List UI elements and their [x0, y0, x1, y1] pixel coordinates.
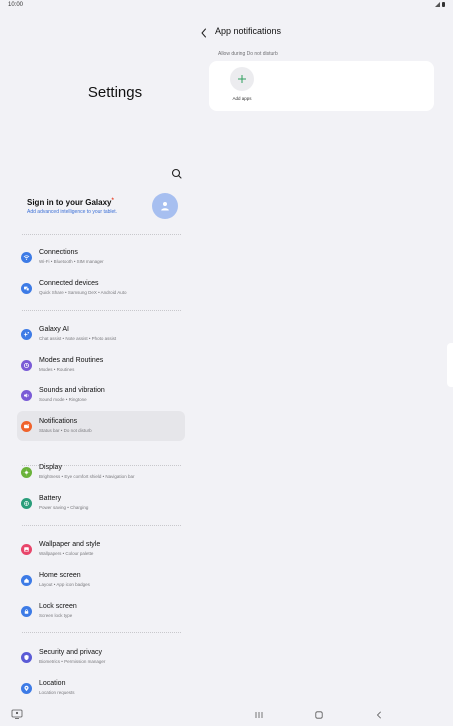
menu-item-title: Location	[39, 680, 66, 687]
search-icon	[171, 168, 182, 179]
menu-item-title: Connections	[39, 249, 78, 256]
battery-icon	[442, 2, 445, 7]
display-icon	[21, 467, 32, 478]
menu-item-subtitle: Power saving • Charging	[39, 505, 89, 510]
home-nav-icon[interactable]	[314, 711, 324, 719]
menu-item-title: Display	[39, 464, 62, 471]
notification-icon	[21, 421, 32, 432]
sidebar-item-notifications[interactable]: Notifications Status bar • Do not distur…	[17, 411, 185, 441]
section-label: Allow during Do not disturb	[218, 51, 278, 57]
sidebar-item-home-screen[interactable]: Home screen Layout • App icon badges	[17, 565, 185, 595]
recents-icon[interactable]	[254, 711, 264, 719]
status-icons	[435, 2, 445, 7]
allowed-apps-card: Add apps	[209, 61, 434, 111]
shield-icon	[21, 652, 32, 663]
location-icon	[21, 683, 32, 694]
account-title-text: Sign in to your Galaxy	[27, 198, 112, 207]
home-icon	[21, 575, 32, 586]
add-apps-button[interactable]	[230, 67, 254, 91]
keyboard-icon[interactable]	[11, 709, 23, 719]
sidebar-item-modes-routines[interactable]: Modes and Routines Modes • Routines	[17, 350, 185, 380]
navigation-bar	[0, 704, 453, 726]
menu-item-subtitle: Quick Share • Samsung DeX • Android Auto	[39, 290, 127, 295]
detail-title: App notifications	[215, 26, 282, 36]
sidebar-item-security-privacy[interactable]: Security and privacy Biometrics • Permis…	[17, 642, 185, 672]
menu-item-subtitle: Modes • Routines	[39, 367, 75, 372]
menu-item-subtitle: Chat assist • Note assist • Photo assist	[39, 336, 117, 341]
sidebar-item-connections[interactable]: Connections Wi-Fi • Bluetooth • SIM mana…	[17, 242, 185, 272]
sidebar-item-sounds-vibration[interactable]: Sounds and vibration Sound mode • Ringto…	[17, 380, 185, 410]
menu-item-title: Notifications	[39, 418, 78, 425]
back-button[interactable]	[199, 26, 209, 38]
signal-icon	[435, 2, 440, 7]
modes-icon	[21, 360, 32, 371]
add-apps-label: Add apps	[232, 96, 252, 101]
wallpaper-icon	[21, 544, 32, 555]
sidebar-item-display[interactable]: Display Brightness • Eye comfort shield …	[17, 457, 185, 487]
account-star: *	[111, 198, 114, 204]
galaxy-ai-icon	[21, 329, 32, 340]
menu-item-title: Modes and Routines	[39, 357, 104, 364]
lock-icon	[21, 606, 32, 617]
wifi-icon	[21, 252, 32, 263]
menu-item-title: Security and privacy	[39, 649, 103, 656]
settings-panel: Settings Sign in to your Galaxy* Add adv…	[0, 12, 198, 704]
sidebar-item-galaxy-ai[interactable]: Galaxy AI Chat assist • Note assist • Ph…	[17, 319, 185, 349]
back-arrow-icon	[201, 28, 206, 38]
person-icon	[161, 202, 169, 211]
account-card[interactable]: Sign in to your Galaxy* Add advanced int…	[18, 190, 184, 232]
edge-panel-handle[interactable]	[447, 343, 453, 387]
divider	[22, 525, 181, 526]
divider	[22, 632, 181, 633]
sidebar-item-battery[interactable]: Battery Power saving • Charging	[17, 488, 185, 518]
account-title: Sign in to your Galaxy*	[27, 198, 114, 207]
menu-item-title: Connected devices	[39, 280, 99, 287]
avatar[interactable]	[152, 193, 178, 219]
sidebar-item-connected-devices[interactable]: Connected devices Quick Share • Samsung …	[17, 273, 185, 303]
menu-item-subtitle: Screen lock type	[39, 613, 73, 618]
divider	[22, 310, 181, 311]
menu-item-title: Battery	[39, 495, 62, 502]
back-nav-icon[interactable]	[374, 711, 384, 719]
search-button[interactable]	[170, 167, 184, 181]
menu-item-subtitle: Layout • App icon badges	[39, 582, 90, 587]
menu-item-subtitle: Location requests	[39, 690, 75, 695]
status-bar: 10:00	[0, 0, 453, 12]
menu-item-subtitle: Wi-Fi • Bluetooth • SIM manager	[39, 259, 104, 264]
divider	[22, 234, 181, 235]
sidebar-item-lock-screen[interactable]: Lock screen Screen lock type	[17, 596, 185, 626]
menu-item-title: Lock screen	[39, 603, 77, 610]
sound-icon	[21, 390, 32, 401]
plus-icon	[238, 75, 246, 83]
menu-item-title: Home screen	[39, 572, 81, 579]
menu-item-title: Wallpaper and style	[39, 541, 101, 548]
menu-item-subtitle: Brightness • Eye comfort shield • Naviga…	[39, 474, 135, 479]
account-subtitle: Add advanced intelligence to your tablet…	[27, 209, 118, 215]
devices-icon	[21, 283, 32, 294]
page-title: Settings	[87, 84, 143, 101]
battery-icon	[21, 498, 32, 509]
sidebar-item-wallpaper-style[interactable]: Wallpaper and style Wallpapers • Colour …	[17, 534, 185, 564]
menu-item-subtitle: Sound mode • Ringtone	[39, 397, 87, 402]
menu-item-subtitle: Biometrics • Permission manager	[39, 659, 106, 664]
menu-item-subtitle: Wallpapers • Colour palette	[39, 551, 94, 556]
menu-item-title: Sounds and vibration	[39, 387, 105, 394]
menu-item-title: Galaxy AI	[39, 326, 69, 333]
sidebar-item-location[interactable]: Location Location requests	[17, 673, 185, 703]
status-time: 10:00	[8, 2, 24, 8]
menu-item-subtitle: Status bar • Do not disturb	[39, 428, 92, 433]
